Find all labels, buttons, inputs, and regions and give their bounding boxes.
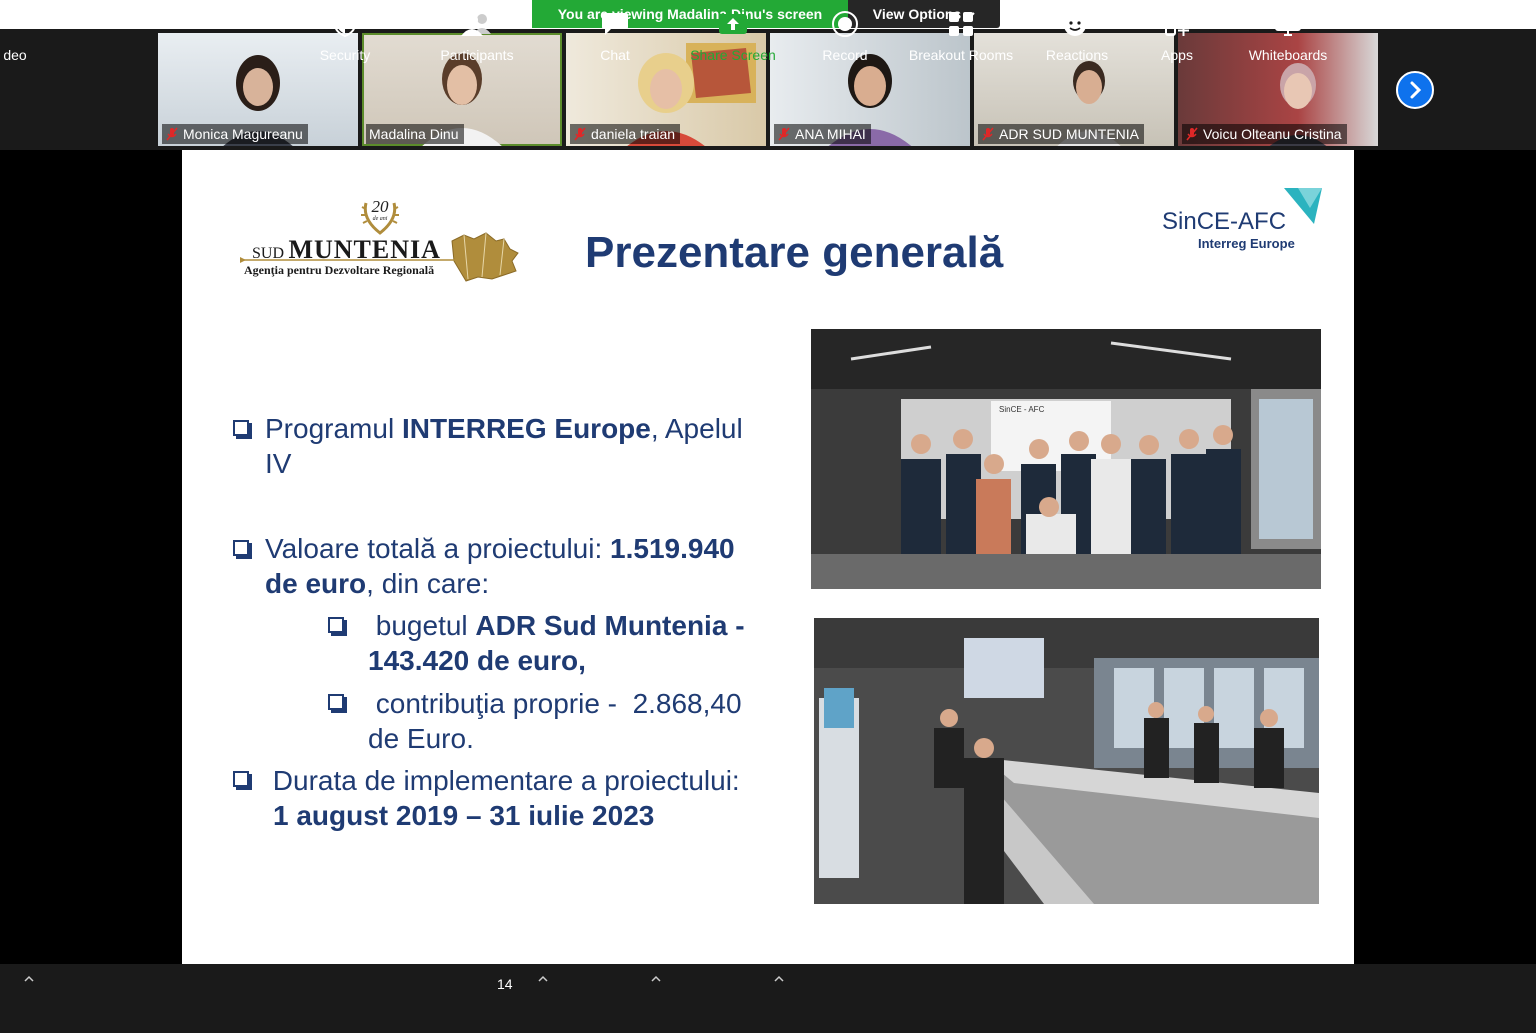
chat-button[interactable]: Chat (585, 0, 645, 69)
smiley-icon (1062, 8, 1092, 40)
participants-options-caret[interactable] (538, 972, 548, 986)
since-afc-subtitle: Interreg Europe (1198, 236, 1295, 251)
bullet-program: Programul INTERREG Europe, Apelul IV (265, 411, 743, 481)
sub-bullet-budget: bugetul ADR Sud Muntenia - 143.420 de eu… (368, 608, 745, 678)
share-screen-label: Share Screen (690, 47, 776, 63)
participant-name-tag: ADR SUD MUNTENIA (978, 124, 1145, 144)
group-photo: SinCE - AFC (811, 329, 1321, 589)
participant-name-tag: Voicu Olteanu Cristina (1182, 124, 1347, 144)
bullet-duration: Durata de implementare a proiectului: 1 … (265, 763, 740, 833)
participant-name: Monica Magureanu (183, 126, 303, 142)
bullet-text: de Euro. (368, 723, 474, 754)
security-label: Security (319, 47, 371, 63)
bullet-text: contribuţia proprie - 2.868,40 (368, 688, 742, 719)
chat-label: Chat (600, 47, 630, 63)
participant-name-tag: Monica Magureanu (162, 124, 308, 144)
chevron-right-icon (1410, 81, 1422, 99)
bullet-text: , din care: (366, 568, 490, 599)
apps-icon (1164, 8, 1190, 40)
video-options-caret[interactable] (24, 972, 34, 986)
participant-name: Madalina Dinu (369, 126, 459, 142)
chat-options-caret[interactable] (651, 972, 661, 986)
meeting-photo (814, 618, 1319, 904)
shield-icon (333, 8, 357, 40)
sud-muntenia-logo: 20 de ani SUD MUNTENIA Agenţia pentru De… (240, 193, 520, 288)
bullet-bold: 1 august 2019 – 31 iulie 2023 (273, 800, 655, 831)
next-page-button[interactable] (1396, 71, 1434, 109)
bullet-box-icon (233, 420, 249, 436)
participant-name: daniela traian (591, 126, 676, 142)
share-screen-button[interactable]: Share Screen (683, 0, 783, 69)
record-icon (831, 8, 859, 40)
logo-years: 20 (371, 197, 389, 216)
logo-subtitle: Agenţia pentru Dezvoltare Regională (244, 263, 435, 277)
participant-name: ADR SUD MUNTENIA (999, 126, 1140, 142)
bullet-text: Valoare totală a proiectului: (265, 533, 611, 564)
video-label: deo (3, 47, 27, 63)
whiteboard-icon (1274, 8, 1302, 40)
chat-icon (601, 8, 629, 40)
security-button[interactable]: Security (305, 0, 385, 69)
reactions-button[interactable]: Reactions (1037, 0, 1117, 69)
bullet-text: Programul (265, 413, 402, 444)
participant-name: Voicu Olteanu Cristina (1203, 126, 1342, 142)
muted-mic-icon (573, 127, 587, 141)
bullet-text: bugetul (368, 610, 476, 641)
share-options-caret[interactable] (774, 972, 784, 986)
participants-button[interactable]: Participants (432, 0, 522, 69)
bullet-text: Durata de implementare a proiectului: (265, 765, 740, 796)
sub-bullet-contribution: contribuţia proprie - 2.868,40 de Euro. (368, 686, 742, 756)
apps-button[interactable]: Apps (1147, 0, 1207, 69)
muted-mic-icon (777, 127, 791, 141)
bullet-total-value: Valoare totală a proiectului: 1.519.940 … (265, 531, 735, 601)
bullet-box-icon (328, 617, 344, 633)
breakout-rooms-icon (947, 8, 975, 40)
region-map-icon (451, 232, 519, 282)
bullet-text: , Apelul (650, 413, 743, 444)
breakout-rooms-button[interactable]: Breakout Rooms (901, 0, 1021, 69)
since-afc-mark-icon (1284, 188, 1322, 224)
bullet-box-icon (233, 540, 249, 556)
apps-label: Apps (1161, 47, 1193, 63)
meeting-toolbar (0, 964, 1536, 1033)
muted-mic-icon (165, 127, 179, 141)
share-screen-icon (718, 8, 748, 40)
record-label: Record (822, 47, 868, 63)
bullet-text: IV (265, 448, 292, 479)
participant-name: ANA MIHAI (795, 126, 866, 142)
bullet-bold: INTERREG Europe (401, 413, 651, 444)
whiteboards-label: Whiteboards (1248, 47, 1328, 63)
since-afc-logo: SinCE-AFC Interreg Europe (1162, 186, 1332, 252)
since-afc-name: SinCE-AFC (1162, 208, 1287, 235)
muted-mic-icon (981, 127, 995, 141)
whiteboards-button[interactable]: Whiteboards (1238, 0, 1338, 69)
slide-title: Prezentare generală (585, 228, 1004, 277)
bullet-bold: ADR Sud Muntenia - (475, 610, 745, 641)
participants-count: 14 (497, 976, 513, 992)
muted-mic-icon (1185, 127, 1199, 141)
video-button[interactable]: deo (0, 0, 30, 69)
participant-name-tag: daniela traian (570, 124, 681, 144)
reactions-label: Reactions (1045, 47, 1109, 63)
participant-name-tag: Madalina Dinu (366, 124, 464, 144)
poster-text: SinCE - AFC (999, 405, 1045, 414)
bullet-bold: 1.519.940 (610, 533, 735, 564)
logo-underline-arrow (240, 257, 455, 263)
bullet-box-icon (233, 771, 249, 787)
logo-years-sub: de ani (372, 216, 388, 222)
participants-icon (460, 8, 494, 40)
breakout-rooms-label: Breakout Rooms (908, 47, 1014, 63)
participants-label: Participants (440, 47, 514, 63)
bullet-bold: 143.420 de euro, (368, 645, 586, 676)
record-button[interactable]: Record (810, 0, 880, 69)
bullet-bold: de euro (265, 568, 367, 599)
participant-name-tag: ANA MIHAI (774, 124, 871, 144)
bullet-box-icon (328, 694, 344, 710)
